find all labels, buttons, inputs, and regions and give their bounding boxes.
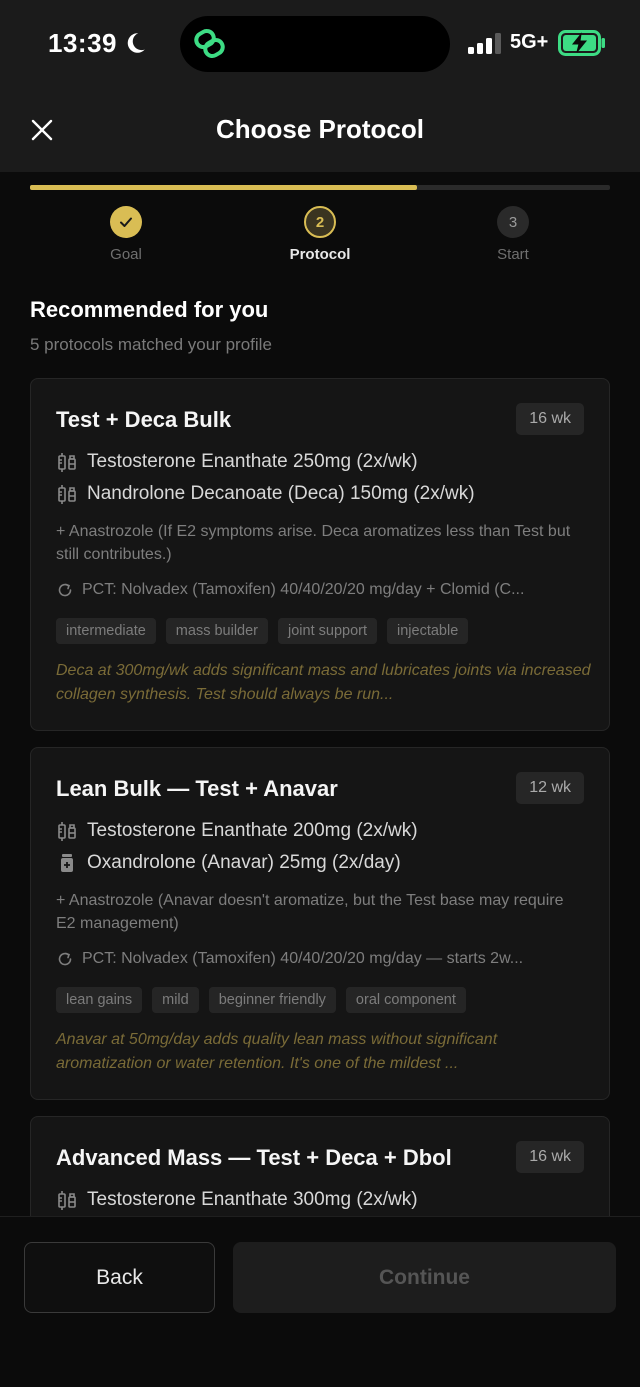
page-title: Choose Protocol [215,114,424,144]
pill-bottle-icon [61,854,73,872]
moon-icon [127,33,145,53]
protocol-title: Advanced Mass — Test + Deca + Dbol [56,1145,452,1170]
tag: intermediate [56,618,156,644]
status-bar: 13:39 5G+ [0,0,640,90]
syringe-icon [58,822,76,841]
compound-item: Testosterone Enanthate 250mg (2x/wk) [56,451,418,473]
protocol-note: Deca at 300mg/wk adds significant mass a… [56,662,591,703]
duration-badge: 12 wk [516,772,584,804]
pct-text: PCT: Nolvadex (Tamoxifen) 40/40/20/20 mg… [82,950,524,967]
syringe-icon [58,1191,76,1210]
step-protocol: 2 Protocol [260,206,380,263]
step-start-label: Start [497,246,529,263]
compound-text: Nandrolone Decanoate (Deca) 150mg (2x/wk… [87,483,475,504]
section-subtitle: 5 protocols matched your profile [30,335,272,354]
protocol-card-lean-bulk[interactable]: Lean Bulk — Test + Anavar 12 wk Testoste… [30,747,610,1100]
protocol-title: Lean Bulk — Test + Anavar [56,776,338,801]
step-start: 3 Start [453,206,573,263]
progress-bar [30,185,610,190]
step-protocol-circle: 2 [304,206,336,238]
cellular-signal-icon [468,33,501,54]
battery-charging-icon [558,30,605,56]
compound-item: Oxandrolone (Anavar) 25mg (2x/day) [56,852,401,874]
protocol-title: Test + Deca Bulk [56,407,232,432]
tag: joint support [278,618,377,644]
tag: oral component [345,987,466,1013]
tag: mild [152,987,199,1013]
step-goal-circle [110,206,142,238]
section-title: Recommended for you [30,297,269,322]
step-goal: Goal [66,206,186,263]
duration-badge: 16 wk [516,403,584,435]
pct-text: PCT: Nolvadex (Tamoxifen) 40/40/20/20 mg… [82,581,525,598]
tag: injectable [387,618,469,644]
continue-button[interactable]: Continue [233,1242,616,1313]
top-header: Choose Protocol [0,90,640,172]
step-start-circle: 3 [497,206,529,238]
step-goal-label: Goal [110,246,142,263]
pct-line: PCT: Nolvadex (Tamoxifen) 40/40/20/20 mg… [56,950,586,968]
back-button[interactable]: Back [24,1242,215,1313]
tag-list: lean gains mild beginner friendly oral c… [56,987,466,1013]
compound-text: Testosterone Enanthate 250mg (2x/wk) [87,451,418,472]
tag: beginner friendly [208,987,336,1013]
refresh-icon [58,952,72,966]
ancillary-text: + Anastrozole (If E2 symptoms arise. Dec… [56,523,571,563]
pct-line: PCT: Nolvadex (Tamoxifen) 40/40/20/20 mg… [56,581,586,599]
refresh-icon [58,583,72,597]
tag: lean gains [56,987,143,1013]
tag: mass builder [165,618,268,644]
checkmark-icon [120,217,132,227]
network-type: 5G+ [510,31,549,53]
compound-text: Testosterone Enanthate 200mg (2x/wk) [87,820,418,841]
protocol-card-test-deca[interactable]: Test + Deca Bulk 16 wk Testosterone Enan… [30,378,610,731]
compound-text: Oxandrolone (Anavar) 25mg (2x/day) [87,852,401,873]
compound-item: Nandrolone Decanoate (Deca) 150mg (2x/wk… [56,483,475,505]
step-protocol-label: Protocol [289,246,351,263]
ancillary-text: + Anastrozole (Anavar doesn't aromatize,… [56,892,564,932]
compound-text: Testosterone Enanthate 300mg (2x/wk) [87,1189,418,1210]
protocol-note: Anavar at 50mg/day adds quality lean mas… [56,1031,498,1072]
syringe-icon [58,485,76,504]
syringe-icon [58,453,76,472]
bottom-action-bar: Back Continue [0,1216,640,1387]
tag-list: intermediate mass builder joint support … [56,618,469,644]
status-time: 13:39 [48,28,117,58]
link-logo-icon [194,29,225,58]
duration-badge: 16 wk [516,1141,584,1173]
compound-item: Testosterone Enanthate 300mg (2x/wk) [56,1189,418,1211]
progress-bar-fill [30,185,417,190]
compound-item: Testosterone Enanthate 200mg (2x/wk) [56,820,418,842]
